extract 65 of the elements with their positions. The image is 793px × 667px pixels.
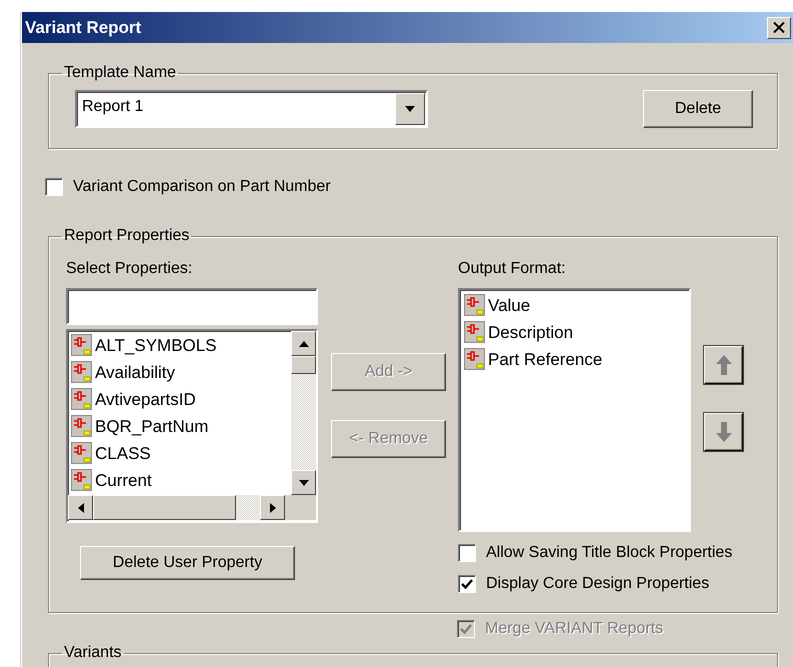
property-icon (464, 348, 486, 371)
output-item[interactable]: Description (464, 319, 689, 346)
property-icon (71, 334, 93, 357)
property-item[interactable]: CLASS (71, 440, 291, 467)
checkbox[interactable] (458, 575, 476, 593)
scroll-right-button[interactable] (260, 495, 285, 520)
scroll-thumb[interactable] (93, 495, 236, 520)
scroll-up-button[interactable] (291, 331, 316, 356)
property-name: Availability (95, 362, 176, 382)
horizontal-scrollbar[interactable] (68, 495, 316, 520)
group-label: Variants (63, 644, 123, 662)
property-icon (464, 294, 486, 317)
output-item[interactable]: Value (464, 292, 689, 319)
group-label: Report Properties (63, 227, 190, 245)
group-label: Template Name (63, 64, 178, 82)
scroll-down-button[interactable] (291, 470, 316, 495)
checkbox[interactable] (458, 544, 476, 562)
property-name: AvtivepartsID (95, 390, 196, 410)
output-item[interactable]: Part Reference (464, 346, 689, 373)
checkbox-label: Allow Saving Title Block Properties (486, 544, 732, 562)
scroll-track[interactable] (236, 495, 260, 520)
property-name: Current (95, 470, 152, 490)
property-icon (71, 388, 93, 411)
output-item-name: Description (488, 322, 574, 342)
scroll-thumb[interactable] (291, 356, 316, 374)
property-item[interactable]: AvtivepartsID (71, 386, 291, 413)
output-item-name: Value (488, 296, 530, 316)
property-item[interactable]: BQR_PartNum (71, 413, 291, 440)
caret-icon (405, 106, 415, 112)
checkbox-label: Display Core Design Properties (486, 575, 710, 593)
property-icon (71, 469, 93, 492)
property-icon (71, 361, 93, 384)
filter-field[interactable] (66, 288, 318, 325)
delete-user-property-button[interactable]: Delete User Property (80, 546, 295, 580)
property-item[interactable]: Availability (71, 359, 291, 386)
dropdown-button[interactable] (395, 93, 425, 125)
property-icon (71, 442, 93, 465)
output-item-name: Part Reference (488, 350, 602, 370)
up-arrow-icon (714, 354, 732, 376)
right-arrow-icon (270, 502, 276, 512)
left-arrow-icon (78, 502, 84, 512)
property-icon (71, 415, 93, 438)
property-name: CLASS (95, 444, 151, 464)
checkbox[interactable] (45, 178, 63, 196)
close-icon (773, 22, 785, 33)
vertical-scrollbar[interactable] (291, 331, 316, 495)
property-name: ALT_SYMBOLS (95, 336, 217, 356)
scroll-left-button[interactable] (68, 495, 93, 520)
dropdown-value: Report 1 (81, 97, 144, 117)
template-name-dropdown[interactable]: Report 1 (75, 90, 428, 128)
close-button[interactable] (767, 16, 791, 38)
down-arrow-icon (298, 480, 308, 486)
scrollbar-corner (285, 495, 316, 520)
delete-button[interactable]: Delete (643, 90, 753, 128)
property-icon (464, 321, 486, 344)
checkbox-label: Variant Comparison on Part Number (73, 178, 331, 196)
select-properties-label: Select Properties: (66, 259, 194, 279)
property-item[interactable]: ALT_SYMBOLS (71, 332, 291, 359)
property-name: BQR_PartNum (95, 416, 208, 436)
property-item[interactable]: Current (71, 467, 291, 494)
checkbox-label: Merge VARIANT Reports (485, 620, 664, 638)
down-arrow-icon (714, 421, 732, 443)
up-arrow-icon (298, 340, 308, 346)
window-title: Variant Report (25, 18, 142, 38)
output-format-label: Output Format: (458, 259, 567, 279)
